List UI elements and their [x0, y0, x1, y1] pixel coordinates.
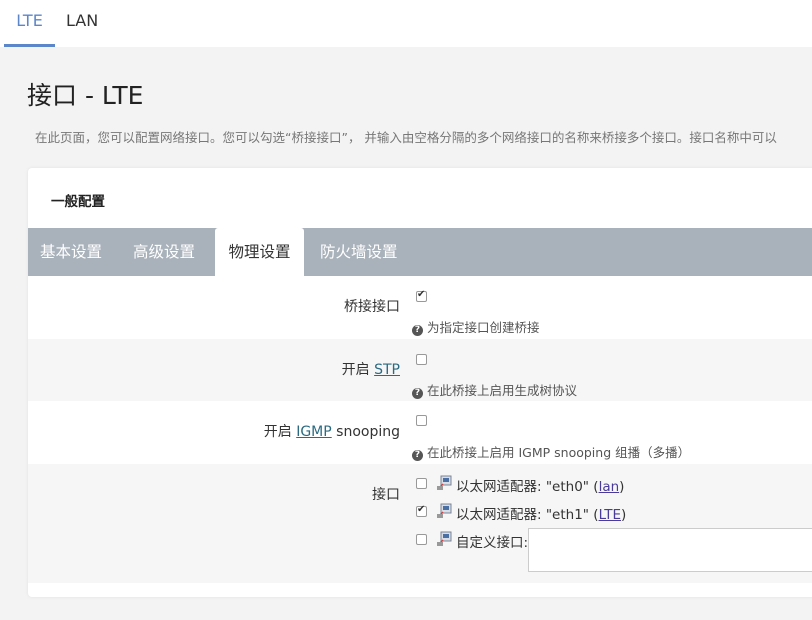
custom-interface-label: 自定义接口:	[456, 535, 529, 551]
igmp-checkbox[interactable]	[416, 415, 427, 426]
igmp-label-prefix: 开启	[263, 424, 297, 440]
stp-label: 开启 STP	[342, 359, 400, 379]
igmp-link[interactable]: IGMP	[296, 424, 332, 440]
general-config-panel: 一般配置 基本设置 高级设置 物理设置 防火墙设置 桥接接口 ? 为指定接口创建桥…	[28, 168, 812, 597]
custom-interface-checkbox[interactable]	[416, 534, 427, 545]
bridge-hint: ? 为指定接口创建桥接	[412, 317, 540, 336]
eth0-text: 以太网适配器: "eth0" (lan)	[456, 475, 624, 495]
igmp-row: 开启 IGMP snooping ? 在此桥接上启用 IGMP snooping …	[28, 401, 812, 464]
stp-link[interactable]: STP	[374, 362, 400, 378]
tab-lan[interactable]: LAN	[66, 0, 98, 47]
stp-hint-text: 在此桥接上启用生成树协议	[427, 383, 578, 398]
eth1-suffix: )	[621, 507, 627, 523]
sub-tab-bar: 基本设置 高级设置 物理设置 防火墙设置	[28, 228, 812, 277]
tab-advanced-settings[interactable]: 高级设置	[133, 228, 195, 276]
bridge-row: 桥接接口 ? 为指定接口创建桥接	[28, 276, 812, 339]
igmp-label-suffix: snooping	[331, 424, 400, 440]
igmp-label: 开启 IGMP snooping	[264, 421, 400, 441]
page-title: 接口 - LTE	[27, 81, 144, 110]
igmp-hint: ? 在此桥接上启用 IGMP snooping 组播（多播）	[412, 442, 690, 461]
stp-hint: ? 在此桥接上启用生成树协议	[412, 380, 577, 399]
stp-label-prefix: 开启	[341, 362, 375, 378]
interface-row: 接口 以太网适配器: "eth0" (lan) 以太网适配器: "eth1" (…	[28, 464, 812, 583]
eth1-network-link[interactable]: LTE	[599, 507, 621, 523]
tab-lte[interactable]: LTE	[4, 0, 55, 47]
eth0-suffix: )	[619, 479, 625, 495]
igmp-hint-text: 在此桥接上启用 IGMP snooping 组播（多播）	[427, 445, 691, 460]
ethernet-adapter-icon	[437, 531, 452, 546]
eth0-prefix: 以太网适配器: "eth0" (	[456, 479, 599, 495]
question-circle-icon: ?	[412, 325, 423, 336]
interface-label: 接口	[372, 487, 400, 503]
eth1-text: 以太网适配器: "eth1" (LTE)	[456, 503, 626, 523]
bridge-label: 桥接接口	[344, 299, 400, 315]
ethernet-adapter-icon	[437, 475, 452, 490]
question-circle-icon: ?	[412, 388, 423, 399]
stp-row: 开启 STP ? 在此桥接上启用生成树协议	[28, 339, 812, 401]
tab-basic-settings[interactable]: 基本设置	[40, 228, 102, 276]
eth0-checkbox[interactable]	[416, 478, 427, 489]
section-title: 一般配置	[51, 194, 105, 210]
question-circle-icon: ?	[412, 450, 423, 461]
custom-interface-input[interactable]	[528, 528, 812, 572]
ethernet-adapter-icon	[437, 503, 452, 518]
stp-checkbox[interactable]	[416, 354, 427, 365]
eth1-prefix: 以太网适配器: "eth1" (	[456, 507, 599, 523]
eth1-checkbox[interactable]	[416, 504, 427, 517]
bridge-hint-text: 为指定接口创建桥接	[427, 320, 540, 335]
bridge-checkbox[interactable]	[416, 289, 427, 302]
tab-firewall-settings[interactable]: 防火墙设置	[320, 228, 398, 276]
page-description: 在此页面，您可以配置网络接口。您可以勾选“桥接接口”， 并输入由空格分隔的多个网…	[35, 130, 777, 145]
top-tab-bar: LTE LAN	[0, 0, 812, 47]
tab-physical-settings[interactable]: 物理设置	[215, 228, 304, 277]
eth0-network-link[interactable]: lan	[599, 479, 620, 495]
